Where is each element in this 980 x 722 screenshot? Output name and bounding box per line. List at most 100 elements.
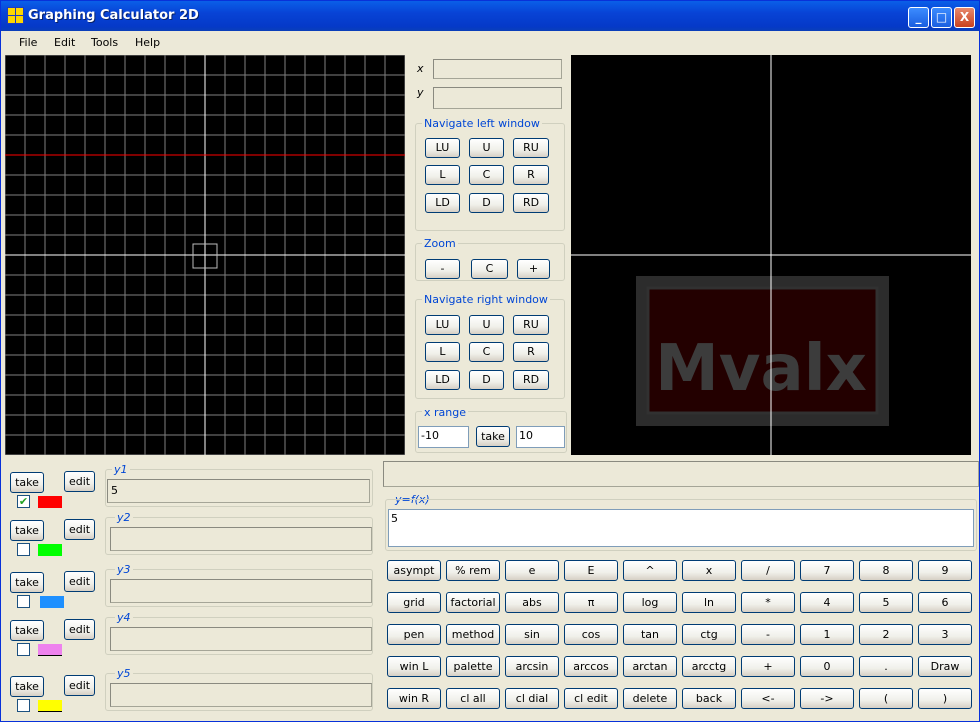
key-6-button[interactable]: 6 <box>918 592 972 613</box>
nav-left-c-button[interactable]: C <box>469 165 504 185</box>
x-min-field[interactable]: -10 <box>418 426 469 448</box>
key-arctan-button[interactable]: arctan <box>623 656 677 677</box>
edit-button-y4[interactable]: edit <box>64 619 95 640</box>
nav-right-l-button[interactable]: L <box>425 342 460 362</box>
key-sym-0-6-button[interactable]: / <box>741 560 795 581</box>
nav-left-d-button[interactable]: D <box>469 193 504 213</box>
key-cos-button[interactable]: cos <box>564 624 618 645</box>
key-win-l-button[interactable]: win L <box>387 656 441 677</box>
show-checkbox-y1[interactable]: ✔ <box>17 495 30 508</box>
show-checkbox-y3[interactable] <box>17 595 30 608</box>
edit-button-y5[interactable]: edit <box>64 675 95 696</box>
nav-left-rd-button[interactable]: RD <box>513 193 549 213</box>
key-rem-button[interactable]: % rem <box>446 560 500 581</box>
take-button-y2[interactable]: take <box>10 520 44 541</box>
key-4-button[interactable]: 4 <box>800 592 854 613</box>
key-cl-all-button[interactable]: cl all <box>446 688 500 709</box>
menu-tools[interactable]: Tools <box>91 36 118 49</box>
color-swatch-y4[interactable] <box>38 644 62 656</box>
key-sym-1-6-button[interactable]: * <box>741 592 795 613</box>
key-sym-0-4-button[interactable]: ^ <box>623 560 677 581</box>
key-e-button[interactable]: e <box>505 560 559 581</box>
key-3-button[interactable]: 3 <box>918 624 972 645</box>
key-tan-button[interactable]: tan <box>623 624 677 645</box>
right-graph-window[interactable]: Mvalx <box>571 55 971 455</box>
key-cl-dial-button[interactable]: cl dial <box>505 688 559 709</box>
key-1-button[interactable]: 1 <box>800 624 854 645</box>
key-ctg-button[interactable]: ctg <box>682 624 736 645</box>
take-button-y4[interactable]: take <box>10 620 44 641</box>
key-asympt-button[interactable]: asympt <box>387 560 441 581</box>
show-checkbox-y2[interactable] <box>17 543 30 556</box>
key-sym-1-3-button[interactable]: π <box>564 592 618 613</box>
key-0-button[interactable]: 0 <box>800 656 854 677</box>
key-sym-4-8-button[interactable]: ( <box>859 688 913 709</box>
show-checkbox-y5[interactable] <box>17 699 30 712</box>
edit-button-y1[interactable]: edit <box>64 471 95 492</box>
key-back-button[interactable]: back <box>682 688 736 709</box>
nav-right-rd-button[interactable]: RD <box>513 370 549 390</box>
key-arcctg-button[interactable]: arcctg <box>682 656 736 677</box>
x-max-field[interactable]: 10 <box>516 426 565 448</box>
nav-left-ld-button[interactable]: LD <box>425 193 460 213</box>
key-delete-button[interactable]: delete <box>623 688 677 709</box>
key-5-button[interactable]: 5 <box>859 592 913 613</box>
key-cl-edit-button[interactable]: cl edit <box>564 688 618 709</box>
minimize-button[interactable]: _ <box>908 7 929 28</box>
key-ln-button[interactable]: ln <box>682 592 736 613</box>
x-range-take-button[interactable]: take <box>476 426 510 447</box>
nav-right-ld-button[interactable]: LD <box>425 370 460 390</box>
key-sym-4-9-button[interactable]: ) <box>918 688 972 709</box>
key-7-button[interactable]: 7 <box>800 560 854 581</box>
take-button-y3[interactable]: take <box>10 572 44 593</box>
expression-input[interactable]: 5 <box>388 509 974 547</box>
nav-right-u-button[interactable]: U <box>469 315 504 335</box>
key-sym-2-6-button[interactable]: - <box>741 624 795 645</box>
nav-right-r-button[interactable]: R <box>513 342 549 362</box>
zoom-center-button[interactable]: C <box>471 259 508 279</box>
key-e-button[interactable]: E <box>564 560 618 581</box>
nav-left-l-button[interactable]: L <box>425 165 460 185</box>
edit-button-y2[interactable]: edit <box>64 519 95 540</box>
key-sin-button[interactable]: sin <box>505 624 559 645</box>
key-sym-4-7-button[interactable]: -> <box>800 688 854 709</box>
close-button[interactable]: X <box>954 7 975 28</box>
menu-help[interactable]: Help <box>135 36 160 49</box>
key-sym-3-8-button[interactable]: . <box>859 656 913 677</box>
nav-right-ru-button[interactable]: RU <box>513 315 549 335</box>
color-swatch-y5[interactable] <box>38 700 62 712</box>
zoom-out-button[interactable]: - <box>425 259 460 279</box>
key-9-button[interactable]: 9 <box>918 560 972 581</box>
edit-button-y3[interactable]: edit <box>64 571 95 592</box>
zoom-in-button[interactable]: + <box>517 259 550 279</box>
nav-right-c-button[interactable]: C <box>469 342 504 362</box>
take-button-y1[interactable]: take <box>10 472 44 493</box>
key-8-button[interactable]: 8 <box>859 560 913 581</box>
key-2-button[interactable]: 2 <box>859 624 913 645</box>
key-factorial-button[interactable]: factorial <box>446 592 500 613</box>
maximize-button[interactable]: □ <box>931 7 952 28</box>
key-sym-4-6-button[interactable]: <- <box>741 688 795 709</box>
color-swatch-y3[interactable] <box>40 596 64 608</box>
title-bar[interactable]: Graphing Calculator 2D _ □ X <box>1 1 979 31</box>
nav-right-lu-button[interactable]: LU <box>425 315 460 335</box>
key-abs-button[interactable]: abs <box>505 592 559 613</box>
nav-left-ru-button[interactable]: RU <box>513 138 549 158</box>
nav-right-d-button[interactable]: D <box>469 370 504 390</box>
take-button-y5[interactable]: take <box>10 676 44 697</box>
key-method-button[interactable]: method <box>446 624 500 645</box>
nav-left-lu-button[interactable]: LU <box>425 138 460 158</box>
key-sym-3-6-button[interactable]: + <box>741 656 795 677</box>
key-grid-button[interactable]: grid <box>387 592 441 613</box>
key-draw-button[interactable]: Draw <box>918 656 972 677</box>
key-palette-button[interactable]: palette <box>446 656 500 677</box>
show-checkbox-y4[interactable] <box>17 643 30 656</box>
left-graph-window[interactable] <box>5 55 405 455</box>
key-log-button[interactable]: log <box>623 592 677 613</box>
nav-left-r-button[interactable]: R <box>513 165 549 185</box>
color-swatch-y2[interactable] <box>38 544 62 556</box>
color-swatch-y1[interactable] <box>38 496 62 508</box>
key-win-r-button[interactable]: win R <box>387 688 441 709</box>
key-pen-button[interactable]: pen <box>387 624 441 645</box>
nav-left-u-button[interactable]: U <box>469 138 504 158</box>
